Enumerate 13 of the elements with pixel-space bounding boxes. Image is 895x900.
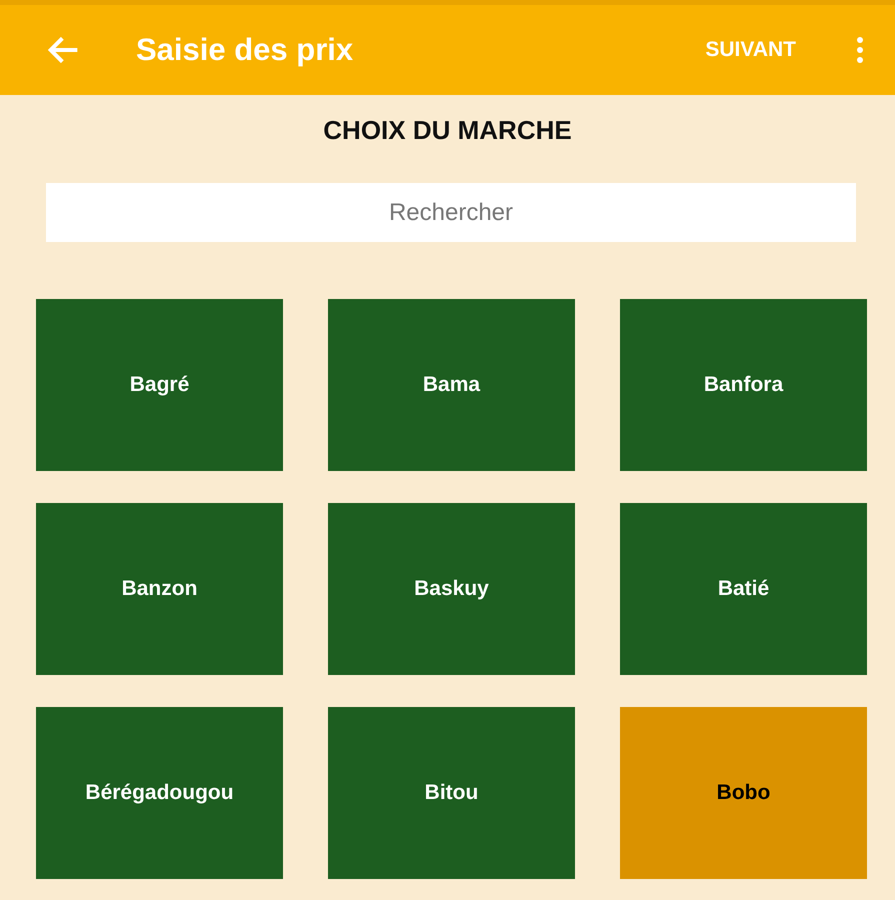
- page-heading: CHOIX DU MARCHE: [322, 115, 573, 146]
- market-tile[interactable]: Bitou: [328, 707, 575, 879]
- market-tile[interactable]: Bérégadougou: [36, 707, 283, 879]
- market-tile[interactable]: Bama: [328, 299, 575, 471]
- market-tile[interactable]: Banzon: [36, 503, 283, 675]
- market-tile[interactable]: Bagré: [36, 299, 283, 471]
- market-tile[interactable]: Bobo: [620, 707, 867, 879]
- app-bar-title: Saisie des prix: [136, 32, 354, 68]
- search-field[interactable]: Rechercher: [46, 183, 856, 242]
- more-menu-icon[interactable]: [855, 37, 865, 63]
- market-tile[interactable]: Baskuy: [328, 503, 575, 675]
- market-tile[interactable]: Banfora: [620, 299, 867, 471]
- market-tile[interactable]: Batié: [620, 503, 867, 675]
